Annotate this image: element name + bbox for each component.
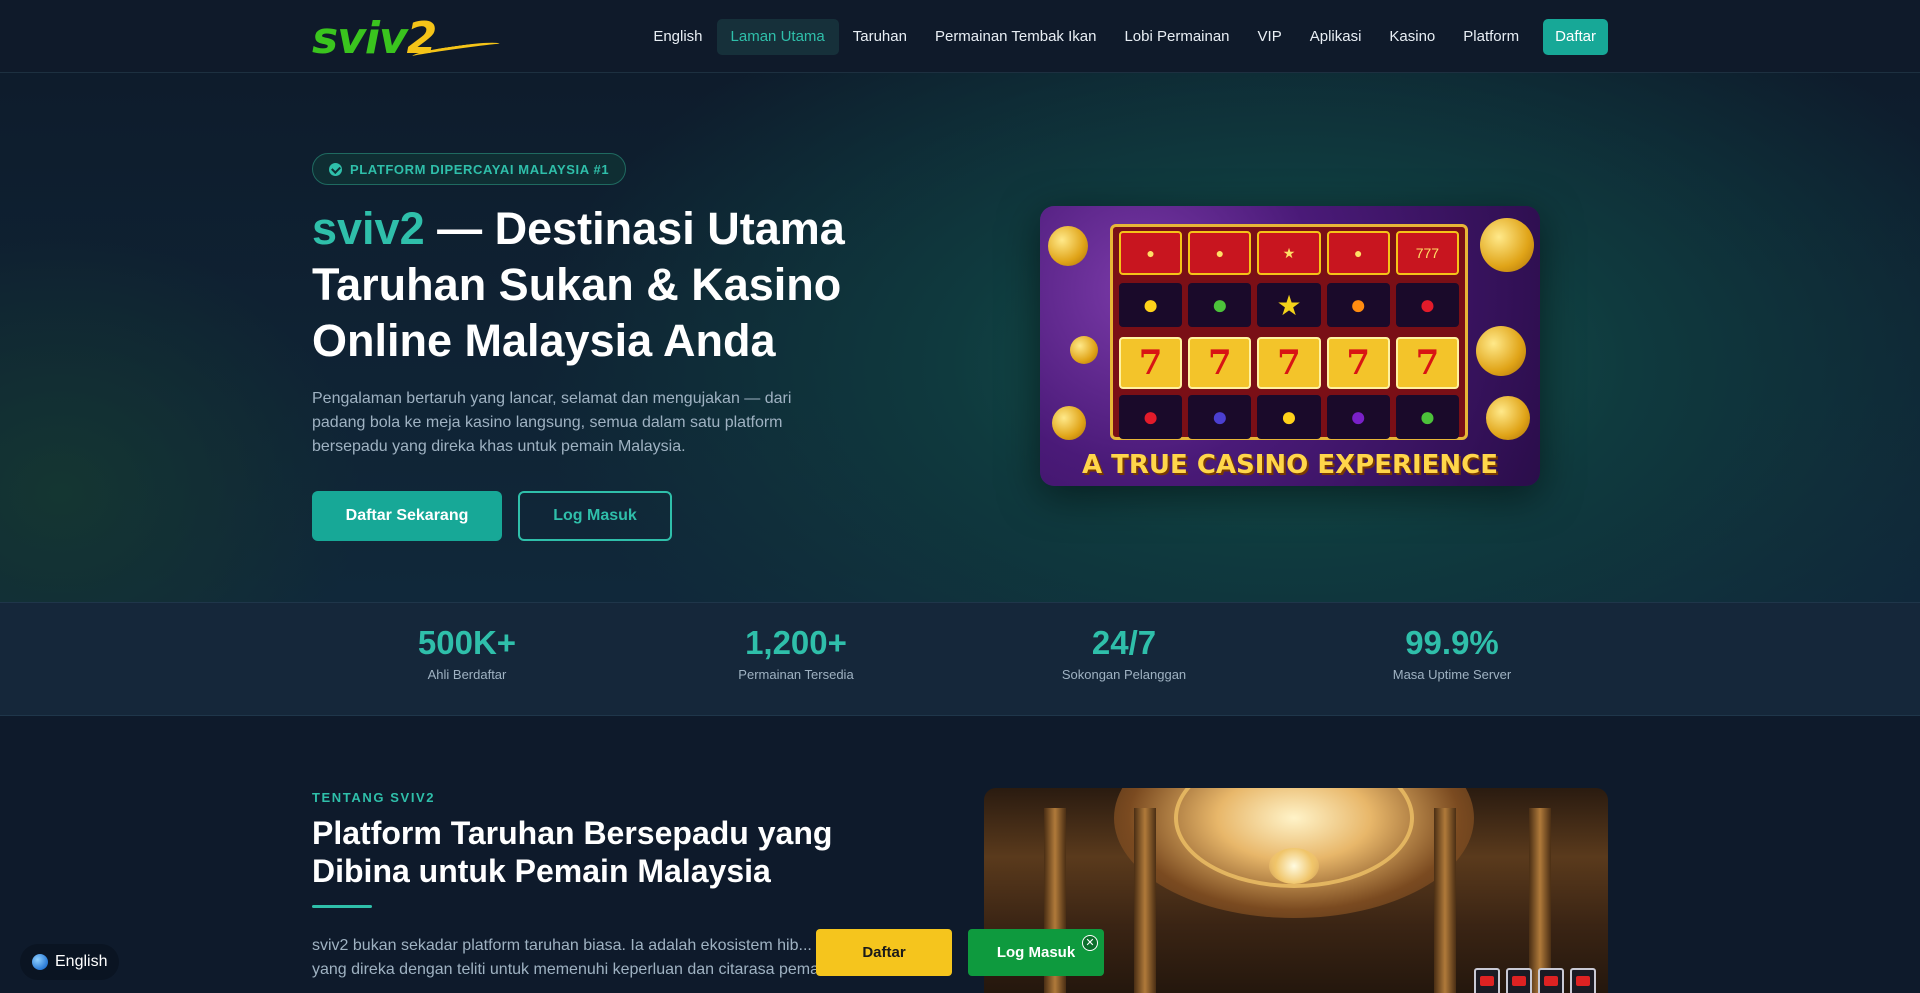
about-title: Platform Taruhan Bersepadu yang Dibina u…: [312, 815, 833, 889]
hero-title-brand: sviv2: [312, 203, 425, 254]
cherry-icon: ●: [1119, 395, 1183, 439]
seven-icon: 777: [1395, 231, 1460, 275]
stat-label: Permainan Tersedia: [738, 667, 854, 682]
about-text: sviv2 bukan sekadar platform taruhan bia…: [312, 937, 855, 978]
orange-icon: ●: [1326, 283, 1390, 327]
stat-support: 24/7 Sokongan Pelanggan: [1004, 623, 1244, 682]
nav-item-english[interactable]: English: [639, 19, 716, 55]
about-eyebrow: TENTANG SVIV2: [312, 790, 436, 805]
main-menu: English Laman Utama Taruhan Permainan Te…: [639, 19, 1608, 55]
hero-title: sviv2 — Destinasi Utama Taruhan Sukan & …: [312, 201, 952, 369]
seven-icon: 7: [1119, 337, 1183, 389]
slot-machine-icon: [1506, 968, 1532, 993]
slot-image-caption: A TRUE CASINO EXPERIENCE: [1081, 450, 1499, 480]
stat-value: 99.9%: [1405, 624, 1499, 661]
pillar: [1434, 808, 1456, 993]
plum-icon: ●: [1188, 231, 1252, 275]
globe-icon: [32, 954, 48, 970]
star-icon: ★: [1257, 231, 1321, 275]
register-now-button[interactable]: Daftar Sekarang: [312, 491, 502, 541]
gold-coin-icon: [1486, 396, 1530, 440]
kiwi-icon: ●: [1326, 231, 1390, 275]
gold-coin-icon: [1052, 406, 1086, 440]
nav-register-button[interactable]: Daftar: [1543, 19, 1608, 55]
stat-members: 500K+ Ahli Berdaftar: [347, 623, 587, 682]
nav-item-lobi-permainan[interactable]: Lobi Permainan: [1110, 19, 1243, 55]
lemon-icon: ●: [1257, 395, 1321, 439]
pillar: [1134, 808, 1156, 993]
slot-machine-image: ● ● ★ ● 777 ● ● ★ ● ● 7 7 7 7 7 ● ● ● ● …: [1040, 206, 1540, 486]
stats-bar: 500K+ Ahli Berdaftar 1,200+ Permainan Te…: [0, 602, 1920, 716]
gold-coin-icon: [1048, 226, 1088, 266]
stat-value: 1,200+: [745, 624, 847, 661]
close-icon[interactable]: ✕: [1082, 935, 1098, 951]
stat-label: Ahli Berdaftar: [427, 667, 507, 682]
stat-label: Sokongan Pelanggan: [1061, 667, 1187, 682]
stat-label: Masa Uptime Server: [1392, 667, 1512, 682]
kiwi-icon: ●: [1188, 283, 1252, 327]
trust-badge: PLATFORM DIPERCAYAI MALAYSIA #1: [312, 153, 627, 185]
cherry-icon: ●: [1395, 283, 1460, 327]
seven-icon: 7: [1395, 337, 1460, 389]
nav-item-laman-utama[interactable]: Laman Utama: [716, 19, 839, 55]
nav-item-platform[interactable]: Platform: [1449, 19, 1533, 55]
nav-item-aplikasi[interactable]: Aplikasi: [1296, 19, 1376, 55]
hero-section: PLATFORM DIPERCAYAI MALAYSIA #1 sviv2 — …: [0, 73, 1920, 602]
reel-row-fruits: ● ● ★ ● ●: [1119, 283, 1460, 327]
nav-item-vip[interactable]: VIP: [1244, 19, 1296, 55]
slot-reels: ● ● ★ ● 777 ● ● ★ ● ● 7 7 7 7 7 ● ● ● ● …: [1110, 224, 1468, 440]
reel-row-fruits-bottom: ● ● ● ● ●: [1119, 395, 1460, 439]
trust-badge-label: PLATFORM DIPERCAYAI MALAYSIA #1: [350, 161, 610, 177]
stat-games: 1,200+ Permainan Tersedia: [676, 623, 916, 682]
seven-icon: 7: [1326, 337, 1390, 389]
gold-coin-icon: [1476, 326, 1526, 376]
hero-description: Pengalaman bertaruh yang lancar, selamat…: [312, 390, 792, 455]
star-icon: ★: [1257, 283, 1321, 327]
kiwi-icon: ●: [1395, 395, 1460, 439]
lemon-icon: ●: [1119, 283, 1183, 327]
nav-item-kasino[interactable]: Kasino: [1375, 19, 1449, 55]
floating-login-button[interactable]: Log Masuk: [968, 929, 1104, 976]
language-switcher[interactable]: English: [20, 944, 120, 980]
nav-item-permainan-tembak-ikan[interactable]: Permainan Tembak Ikan: [921, 19, 1110, 55]
stat-value: 500K+: [417, 624, 517, 661]
login-button[interactable]: Log Masuk: [518, 491, 672, 541]
about-divider: [312, 905, 372, 908]
gold-coin-icon: [1070, 336, 1098, 364]
top-navbar: sviv2 English Laman Utama Taruhan Permai…: [0, 0, 1920, 73]
reel-row-sevens: 7 7 7 7 7: [1119, 337, 1460, 389]
slot-machine-icon: [1570, 968, 1596, 993]
slot-machine-icon: [1474, 968, 1500, 993]
about-section: TENTANG SVIV2 Platform Taruhan Bersepadu…: [0, 716, 1920, 993]
reel-row-jackpots: ● ● ★ ● 777: [1119, 231, 1460, 275]
kiwi-icon: ●: [1119, 231, 1183, 275]
stat-value: 24/7: [1091, 624, 1157, 661]
stat-uptime: 99.9% Masa Uptime Server: [1332, 623, 1572, 682]
site-logo[interactable]: sviv2: [312, 16, 502, 62]
nav-item-taruhan[interactable]: Taruhan: [839, 19, 921, 55]
seven-icon: 7: [1257, 337, 1321, 389]
floating-register-button[interactable]: Daftar: [816, 929, 952, 976]
seven-icon: 7: [1188, 337, 1252, 389]
chandelier-icon: [1269, 848, 1319, 884]
grapes-icon: ●: [1188, 395, 1252, 439]
gold-coin-icon: [1480, 218, 1534, 272]
language-label: English: [55, 953, 108, 970]
verified-check-icon: [329, 162, 342, 176]
pillar: [1529, 808, 1551, 993]
plum-icon: ●: [1326, 395, 1390, 439]
slot-machine-icon: [1538, 968, 1564, 993]
